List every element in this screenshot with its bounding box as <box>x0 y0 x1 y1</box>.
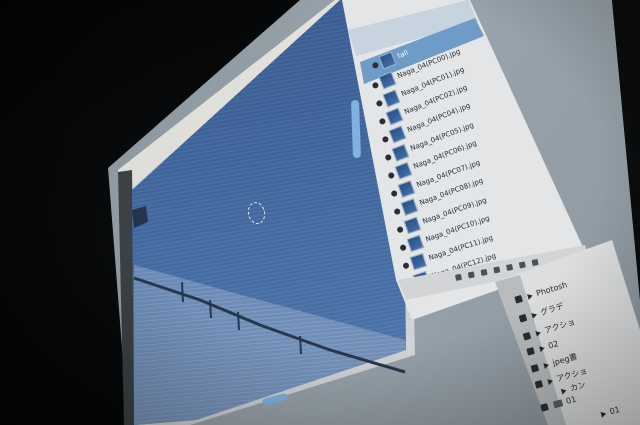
fx-icon[interactable] <box>467 271 475 279</box>
visibility-icon[interactable] <box>393 207 402 216</box>
visibility-icon[interactable] <box>381 135 390 144</box>
trash-icon[interactable] <box>531 258 539 267</box>
check-icon[interactable] <box>518 313 528 323</box>
folder-icon <box>552 399 564 409</box>
triangle-right-icon[interactable] <box>538 344 546 352</box>
triangle-right-icon[interactable] <box>535 329 542 337</box>
triangle-right-icon[interactable] <box>543 361 550 369</box>
check-icon[interactable] <box>530 363 540 373</box>
visibility-icon[interactable] <box>375 99 384 108</box>
visibility-icon[interactable] <box>371 81 380 90</box>
check-icon[interactable] <box>514 294 524 304</box>
triangle-right-icon[interactable] <box>560 387 568 395</box>
visibility-icon[interactable] <box>399 243 407 252</box>
file-name: tall <box>396 48 410 61</box>
new-layer-icon[interactable] <box>518 261 526 269</box>
triangle-right-icon[interactable] <box>531 311 538 319</box>
adjustment-icon[interactable] <box>493 266 501 274</box>
visibility-icon[interactable] <box>378 117 387 126</box>
visibility-icon[interactable] <box>396 225 404 234</box>
visibility-icon[interactable] <box>390 189 399 198</box>
check-icon[interactable] <box>534 379 544 389</box>
check-icon[interactable] <box>540 403 549 412</box>
check-icon[interactable] <box>526 347 535 356</box>
projected-screen-photo: tall Naga_04(PC00).jpg Naga_04(PC01).jpg… <box>0 0 640 425</box>
check-icon[interactable] <box>522 331 532 341</box>
folder-icon[interactable] <box>506 263 514 271</box>
link-icon[interactable] <box>455 273 463 281</box>
visibility-icon[interactable] <box>387 171 396 180</box>
mask-icon[interactable] <box>480 268 488 276</box>
triangle-right-icon[interactable] <box>547 377 554 385</box>
visibility-icon[interactable] <box>384 153 393 162</box>
triangle-right-icon[interactable] <box>600 410 607 418</box>
triangle-right-icon[interactable] <box>526 292 534 300</box>
visibility-icon[interactable] <box>402 261 410 270</box>
visibility-icon[interactable] <box>371 61 380 70</box>
